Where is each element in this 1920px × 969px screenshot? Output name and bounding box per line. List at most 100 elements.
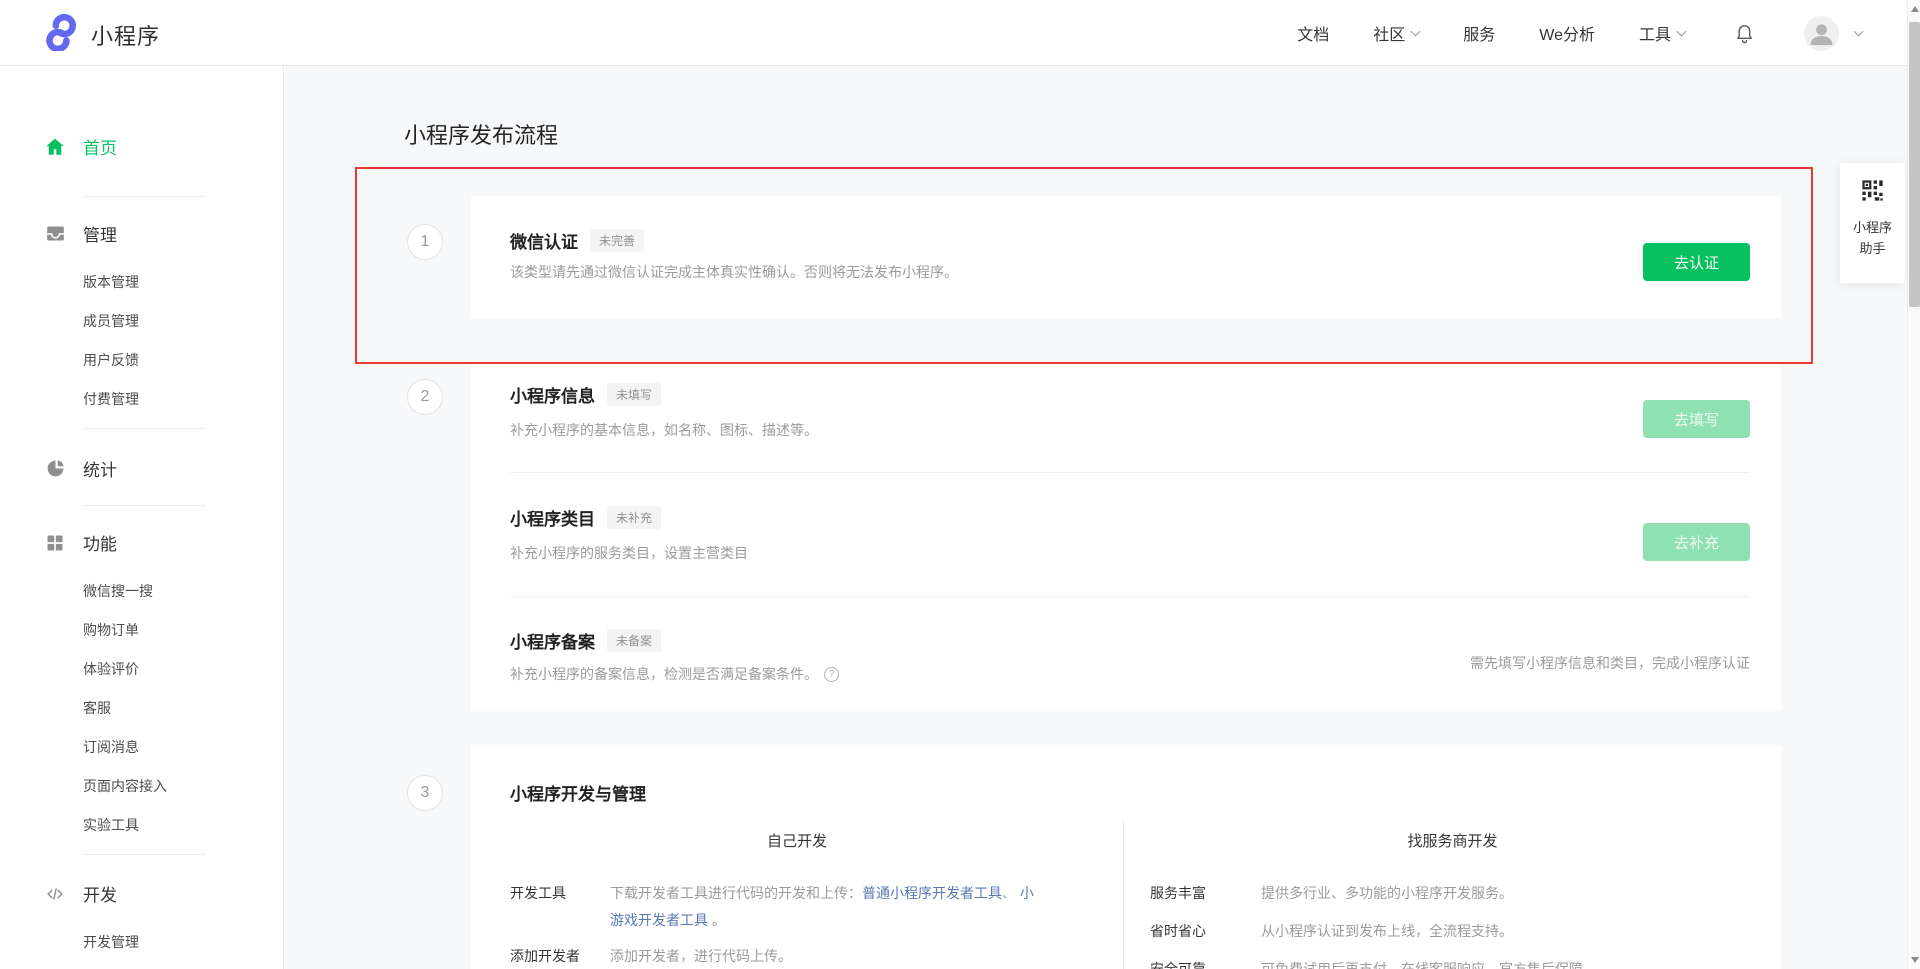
sidebar-group-statistics[interactable]: 统计 xyxy=(0,456,283,481)
icp-desc: 补充小程序的备案信息，检测是否满足备案条件。 xyxy=(510,664,818,684)
row-text: 提供多行业、多功能的小程序开发服务。 xyxy=(1261,880,1561,907)
go-add-category-button[interactable]: 去补充 xyxy=(1643,523,1750,561)
step1-card-wechat-verify: 微信认证 未完善 该类型请先通过微信认证完成主体真实性确认。否则将无法发布小程序… xyxy=(471,196,1781,318)
info-title: 小程序信息 xyxy=(510,382,595,407)
sidebar-sublist-manage: 版本管理 成员管理 用户反馈 付费管理 xyxy=(83,272,283,409)
nav-item-services[interactable]: 服务 xyxy=(1463,21,1495,45)
category-title-row: 小程序类目 未补充 xyxy=(510,505,661,530)
add-developer-row: 添加开发者 添加开发者，进行代码上传。 xyxy=(510,943,1123,969)
row-label: 开发工具 xyxy=(510,880,610,934)
wechat-miniprogram-logo-icon xyxy=(40,13,78,56)
sidebar-item-user-feedback[interactable]: 用户反馈 xyxy=(83,350,283,370)
sidebar-item-dev-manage[interactable]: 开发管理 xyxy=(83,932,283,952)
step2-card-setup: 小程序信息 未填写 补充小程序的基本信息，如名称、图标、描述等。 去填写 小程序… xyxy=(471,365,1781,711)
page-title: 小程序发布流程 xyxy=(404,118,558,150)
icp-note: 需先填写小程序信息和类目，完成小程序认证 xyxy=(1470,653,1750,673)
step1-title: 微信认证 xyxy=(510,228,578,253)
icp-title: 小程序备案 xyxy=(510,628,595,653)
nav-item-community[interactable]: 社区 xyxy=(1373,21,1419,45)
sidebar-item-customer-service[interactable]: 客服 xyxy=(83,698,283,718)
provider-dev-column: 找服务商开发 服务丰富 提供多行业、多功能的小程序开发服务。 省时省心 从小程序… xyxy=(1124,820,1781,969)
devtools-link[interactable]: 普通小程序开发者工具 xyxy=(862,885,1002,901)
sidebar-item-label: 首页 xyxy=(83,134,117,159)
step1-title-row: 微信认证 未完善 xyxy=(510,228,644,253)
sidebar-item-paid-manage[interactable]: 付费管理 xyxy=(83,389,283,409)
sidebar-group-features[interactable]: 功能 xyxy=(0,530,283,555)
sidebar-group-manage[interactable]: 管理 xyxy=(0,221,283,246)
dev-options-columns: 自己开发 开发工具 下载开发者工具进行代码的开发和上传：普通小程序开发者工具、 … xyxy=(471,820,1781,969)
save-time-row: 省时省心 从小程序认证到发布上线，全流程支持。 xyxy=(1150,918,1781,945)
sidebar-item-subscribe-message[interactable]: 订阅消息 xyxy=(83,737,283,757)
miniprogram-console-page: 小程序 文档 社区 服务 We分析 工具 xyxy=(0,0,1920,969)
nav-item-docs[interactable]: 文档 xyxy=(1297,21,1329,45)
top-nav: 文档 社区 服务 We分析 工具 xyxy=(1253,0,1862,66)
help-question-icon[interactable]: ? xyxy=(824,667,839,682)
miniprogram-assistant-panel[interactable]: 小程序 助手 xyxy=(1840,163,1905,283)
app-logo[interactable]: 小程序 xyxy=(40,13,160,56)
row-label: 省时省心 xyxy=(1150,918,1261,945)
logo-text: 小程序 xyxy=(91,19,160,51)
go-fill-info-button[interactable]: 去填写 xyxy=(1643,400,1750,438)
sidebar-item-experience-review[interactable]: 体验评价 xyxy=(83,659,283,679)
dev-tools-row: 开发工具 下载开发者工具进行代码的开发和上传：普通小程序开发者工具、 小游戏开发… xyxy=(510,880,1123,934)
scrollbar-up-arrow[interactable] xyxy=(1911,6,1919,12)
sidebar-divider xyxy=(83,505,206,506)
bell-icon[interactable] xyxy=(1733,22,1756,45)
status-badge: 未完善 xyxy=(590,229,644,252)
sidebar-sublist-features: 微信搜一搜 购物订单 体验评价 客服 订阅消息 页面内容接入 实验工具 xyxy=(83,581,283,835)
grid-icon xyxy=(44,532,66,554)
secure-reliable-row: 安全可靠 可免费试用后再支付，在线客服响应、官方售后保障 xyxy=(1150,956,1781,969)
sidebar-group-label: 统计 xyxy=(83,456,117,481)
sidebar-item-experiment-tools[interactable]: 实验工具 xyxy=(83,815,283,835)
top-header: 小程序 文档 社区 服务 We分析 工具 xyxy=(0,0,1920,66)
sidebar-group-development[interactable]: 开发 xyxy=(0,881,283,906)
go-verify-button[interactable]: 去认证 xyxy=(1643,243,1750,281)
step3-card-development: 小程序开发与管理 自己开发 开发工具 下载开发者工具进行代码的开发和上传：普通小… xyxy=(471,745,1781,969)
inbox-tray-icon xyxy=(44,223,66,245)
sidebar-sublist-development: 开发管理 xyxy=(83,932,283,952)
section-divider xyxy=(510,596,1750,597)
sidebar-item-page-content-access[interactable]: 页面内容接入 xyxy=(83,776,283,796)
row-label: 服务丰富 xyxy=(1150,880,1261,907)
row-text: 下载开发者工具进行代码的开发和上传：普通小程序开发者工具、 小游戏开发者工具 。 xyxy=(610,880,1088,934)
code-icon xyxy=(44,883,66,905)
section-divider xyxy=(510,472,1750,473)
sidebar-divider xyxy=(83,196,206,197)
home-icon xyxy=(44,136,66,158)
scrollbar-thumb[interactable] xyxy=(1909,22,1920,307)
nav-item-we-analysis[interactable]: We分析 xyxy=(1539,21,1595,45)
info-title-row: 小程序信息 未填写 xyxy=(510,382,661,407)
sidebar-item-member-manage[interactable]: 成员管理 xyxy=(83,311,283,331)
sidebar-item-wechat-search[interactable]: 微信搜一搜 xyxy=(83,581,283,601)
user-avatar[interactable] xyxy=(1804,16,1839,51)
icp-desc-row: 补充小程序的备案信息，检测是否满足备案条件。 ? xyxy=(510,664,839,684)
sidebar-divider xyxy=(83,428,206,429)
sidebar-item-version-manage[interactable]: 版本管理 xyxy=(83,272,283,292)
category-desc: 补充小程序的服务类目，设置主营类目 xyxy=(510,543,748,563)
icp-title-row: 小程序备案 未备案 xyxy=(510,628,661,653)
row-text: 可免费试用后再支付，在线客服响应、官方售后保障 xyxy=(1261,956,1631,969)
assistant-label: 小程序 助手 xyxy=(1840,217,1905,259)
status-badge: 未备案 xyxy=(607,629,661,652)
pie-chart-icon xyxy=(44,458,66,480)
sidebar-item-shopping-orders[interactable]: 购物订单 xyxy=(83,620,283,640)
sidebar-group-label: 开发 xyxy=(83,881,117,906)
row-label: 添加开发者 xyxy=(510,943,610,969)
sidebar-item-home[interactable]: 首页 xyxy=(0,134,283,159)
rich-service-row: 服务丰富 提供多行业、多功能的小程序开发服务。 xyxy=(1150,880,1781,907)
step-number-2: 2 xyxy=(407,379,443,415)
main-content: 小程序发布流程 1 2 3 微信认证 未完善 该类型请先通过微信认证完成主体真实… xyxy=(285,66,1907,969)
step-number-3: 3 xyxy=(407,775,443,811)
page-scrollbar xyxy=(1907,0,1920,969)
nav-item-tools[interactable]: 工具 xyxy=(1639,21,1685,45)
account-chevron-down-icon[interactable] xyxy=(1854,26,1864,36)
status-badge: 未补充 xyxy=(607,506,661,529)
self-dev-column: 自己开发 开发工具 下载开发者工具进行代码的开发和上传：普通小程序开发者工具、 … xyxy=(471,820,1124,969)
chevron-down-icon xyxy=(1411,26,1421,36)
category-title: 小程序类目 xyxy=(510,505,595,530)
row-text: 从小程序认证到发布上线，全流程支持。 xyxy=(1261,918,1561,945)
step-number-1: 1 xyxy=(407,224,443,260)
sidebar: 首页 管理 版本管理 成员管理 用户反馈 付费管理 xyxy=(0,66,284,969)
scrollbar-down-arrow[interactable] xyxy=(1911,957,1919,963)
step1-desc: 该类型请先通过微信认证完成主体真实性确认。否则将无法发布小程序。 xyxy=(510,262,958,282)
